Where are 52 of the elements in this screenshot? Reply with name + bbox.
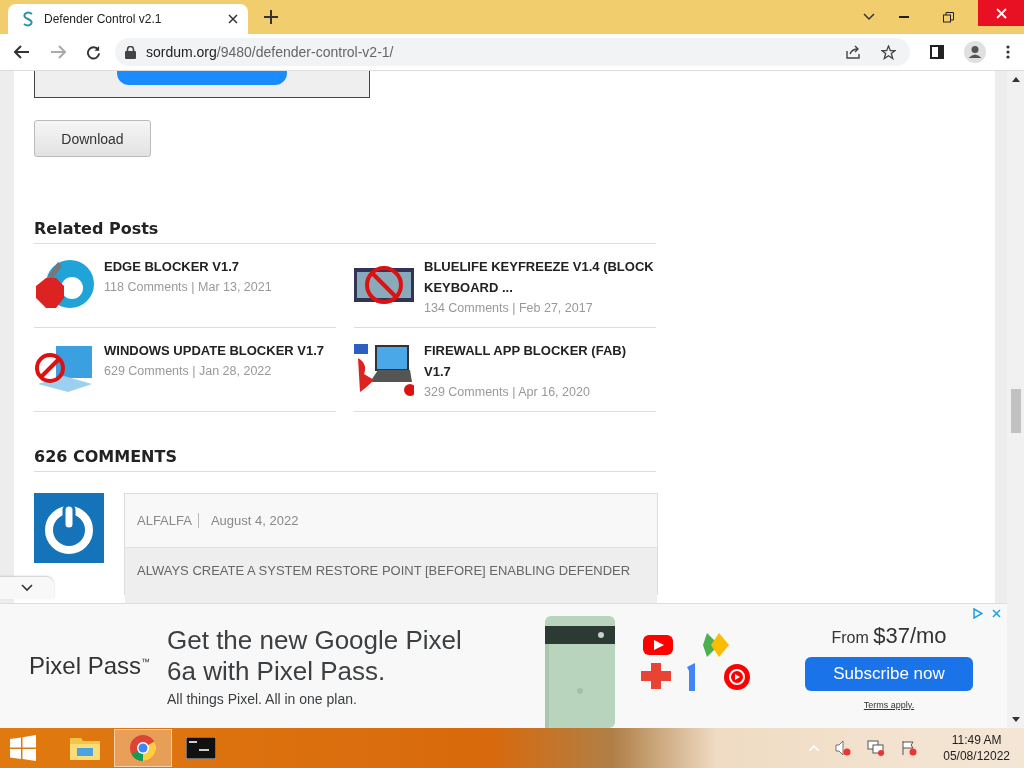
close-tab-icon[interactable] bbox=[228, 14, 238, 24]
close-window-button[interactable] bbox=[978, 0, 1024, 26]
post-title-link[interactable]: WINDOWS UPDATE BLOCKER V1.7 bbox=[104, 340, 325, 361]
restore-icon[interactable] bbox=[943, 11, 954, 23]
scroll-down-icon[interactable] bbox=[1011, 717, 1020, 722]
post-meta: 118 Comments | Mar 13, 2021 bbox=[104, 279, 272, 296]
reload-icon[interactable] bbox=[86, 44, 101, 60]
post-meta: 629 Comments | Jan 28, 2022 bbox=[104, 363, 273, 380]
subscribe-button[interactable]: Subscribe now bbox=[805, 656, 973, 691]
close-ad-icon[interactable] bbox=[992, 609, 1001, 618]
network-icon[interactable] bbox=[867, 740, 886, 756]
scroll-up-icon[interactable] bbox=[1011, 77, 1020, 82]
chevron-down-icon[interactable] bbox=[21, 584, 33, 592]
profile-avatar-icon[interactable] bbox=[964, 41, 986, 63]
back-icon[interactable] bbox=[14, 45, 30, 59]
clock-time[interactable]: 11:49 AM bbox=[943, 732, 1010, 748]
chrome-taskbar-button[interactable] bbox=[114, 729, 172, 767]
post-title-link[interactable]: FIREWALL APP BLOCKER (FAB) V1.7 bbox=[424, 340, 656, 382]
ad-subline: All things Pixel. All in one plan. bbox=[167, 691, 358, 707]
terms-link[interactable]: Terms apply. bbox=[863, 699, 915, 710]
download-button[interactable]: Download bbox=[34, 120, 151, 157]
section-heading: Related Posts bbox=[34, 219, 160, 240]
menu-icon[interactable] bbox=[1006, 45, 1010, 59]
address-bar[interactable]: sordum.org/9480/defender-control-v2-1/ bbox=[115, 38, 910, 66]
post-meta: 134 Comments | Feb 27, 2017 bbox=[424, 300, 594, 317]
cut-off-button[interactable] bbox=[117, 71, 287, 85]
comments-heading: 626 COMMENTS bbox=[34, 447, 178, 468]
side-panel-icon[interactable] bbox=[930, 45, 944, 59]
action-center-flag-icon[interactable] bbox=[901, 740, 918, 756]
post-title-link[interactable]: BLUELIFE KEYFREEZE V1.4 (BLOCK KEYBOARD ... bbox=[424, 256, 656, 298]
lock-icon bbox=[125, 45, 136, 59]
post-title-link[interactable]: EDGE BLOCKER V1.7 bbox=[104, 256, 272, 277]
site-favicon-icon bbox=[20, 11, 36, 27]
minimize-icon[interactable] bbox=[899, 15, 909, 19]
clock-date[interactable]: 05/08/12022 bbox=[943, 748, 1010, 764]
close-icon[interactable] bbox=[995, 7, 1007, 19]
speaker-muted-icon[interactable] bbox=[835, 740, 852, 756]
new-tab-icon[interactable] bbox=[264, 10, 278, 24]
tab-search-icon[interactable] bbox=[863, 13, 875, 21]
browser-tab[interactable]: Defender Control v2.1 bbox=[8, 4, 248, 34]
comment-author: ALFALFA bbox=[137, 513, 199, 528]
start-icon[interactable] bbox=[10, 735, 36, 761]
share-icon[interactable] bbox=[846, 45, 861, 59]
comment-date: August 4, 2022 bbox=[210, 513, 299, 528]
scrollbar-thumb[interactable] bbox=[1010, 389, 1021, 433]
power-avatar-icon bbox=[34, 493, 104, 563]
chrome-icon[interactable] bbox=[129, 734, 157, 762]
bookmark-star-icon[interactable] bbox=[881, 44, 896, 60]
ad-choices-icon[interactable] bbox=[973, 608, 983, 619]
console-icon[interactable] bbox=[186, 737, 216, 759]
ad-price: From $37/mo bbox=[831, 622, 947, 649]
post-meta: 329 Comments | Apr 16, 2020 bbox=[424, 384, 591, 401]
